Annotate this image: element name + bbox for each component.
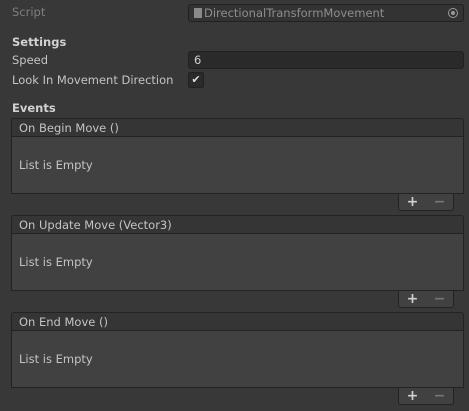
settings-header: Settings	[12, 35, 67, 49]
event-on-begin-move: On Begin Move () List is Empty + −	[11, 118, 464, 211]
add-listener-button[interactable]: +	[407, 194, 419, 210]
event-on-end-move: On End Move () List is Empty + −	[11, 312, 464, 405]
object-picker-icon[interactable]	[448, 8, 458, 18]
script-label: Script	[12, 5, 46, 19]
script-file-icon	[194, 8, 202, 18]
script-field[interactable]: DirectionalTransformMovement	[188, 4, 464, 22]
events-header: Events	[12, 101, 56, 115]
look-direction-label: Look In Movement Direction	[12, 73, 174, 87]
remove-listener-button[interactable]: −	[434, 194, 446, 210]
remove-listener-button[interactable]: −	[434, 291, 446, 307]
speed-input[interactable]: 6	[188, 51, 464, 69]
add-listener-button[interactable]: +	[407, 388, 419, 404]
speed-label: Speed	[12, 53, 49, 67]
add-listener-button[interactable]: +	[407, 291, 419, 307]
event-title: On End Move ()	[11, 312, 464, 331]
event-title: On Update Move (Vector3)	[11, 215, 464, 234]
event-list-empty: List is Empty	[11, 234, 464, 291]
remove-listener-button[interactable]: −	[434, 388, 446, 404]
script-value: DirectionalTransformMovement	[204, 6, 385, 20]
event-list-empty: List is Empty	[11, 137, 464, 194]
event-title: On Begin Move ()	[11, 118, 464, 137]
event-on-update-move: On Update Move (Vector3) List is Empty +…	[11, 215, 464, 308]
look-direction-checkbox[interactable]: ✔	[188, 72, 204, 88]
event-list-empty: List is Empty	[11, 331, 464, 388]
